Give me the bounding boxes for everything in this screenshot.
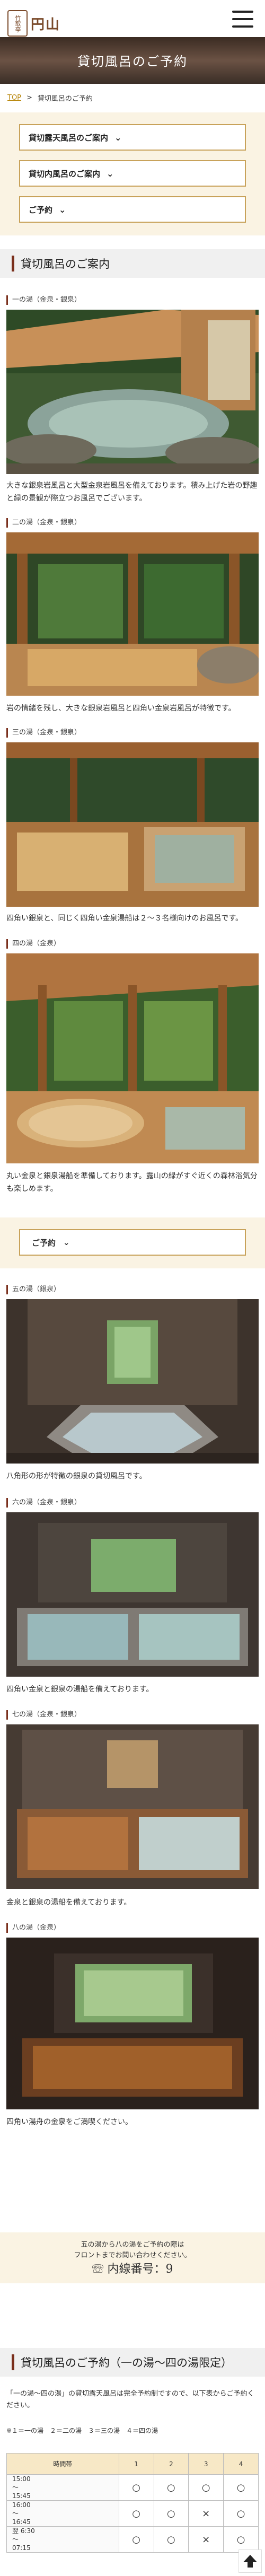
table-row: 翌 6:30 〜 07:15 ○ ○ × ○ bbox=[6, 2526, 259, 2553]
breadcrumb-current: 貸切風呂のご予約 bbox=[37, 94, 93, 103]
logo-mark: 竹取亭 bbox=[7, 10, 28, 37]
bath-photo-7 bbox=[6, 1724, 259, 1889]
chevron-down-icon: ⌄ bbox=[59, 204, 66, 215]
reserve-menu-button[interactable]: ご予約 ⌄ bbox=[19, 196, 246, 223]
availability-cell[interactable]: ○ bbox=[223, 2526, 259, 2553]
bath-description: 金泉と銀泉の湯船を備えております。 bbox=[6, 1898, 131, 1907]
bath-photo-1 bbox=[6, 310, 259, 474]
availability-cell[interactable]: ○ bbox=[223, 2474, 259, 2501]
bath-label: 二の湯（金泉・銀泉） bbox=[6, 516, 81, 528]
page-title: 貸切風呂のご予約 bbox=[77, 54, 188, 69]
bath-description: 岩の情緒を残し、大きな銀泉岩風呂と四角い金泉岩風呂が特徴です。 bbox=[6, 704, 236, 713]
bath-description: 八角形の形が特徴の銀泉の貸切風呂です。 bbox=[6, 1472, 147, 1480]
time-slot: 16:00 〜 16:45 bbox=[6, 2500, 119, 2527]
table-header-row: 時間帯 1 2 3 4 bbox=[6, 2453, 259, 2475]
schedule-note: 「一の湯〜四の湯」の貸切露天風呂は完全予約制ですので、以下表からご予約ください。 bbox=[6, 2390, 254, 2409]
schedule-legend: ※１＝一の湯 ２＝二の湯 ３＝三の湯 ４＝四の湯 bbox=[6, 2427, 158, 2434]
section-heading-schedule: 貸切風呂のご予約（一の湯〜四の湯限定） bbox=[0, 2348, 265, 2377]
schedule-table: 時間帯 1 2 3 4 15:00 〜 15:45 ○ ○ ○ ○ 16:00 … bbox=[6, 2453, 259, 2553]
extension-number: ☏ 内線番号：9 bbox=[0, 2264, 265, 2275]
availability-cell[interactable]: ○ bbox=[153, 2474, 189, 2501]
availability-cell[interactable]: × bbox=[188, 2500, 224, 2527]
availability-cell[interactable]: ○ bbox=[153, 2500, 189, 2527]
reserve-menu-label: ご予約 bbox=[29, 205, 53, 215]
phone-icon: ☏ bbox=[92, 2263, 104, 2276]
breadcrumb-separator: > bbox=[26, 93, 32, 102]
page-menu: 貸切露天風呂のご案内 ⌄ 貸切内風呂のご案内 ⌄ ご予約 ⌄ bbox=[0, 112, 265, 235]
reserve-block: ご予約 ⌄ bbox=[0, 1217, 265, 1268]
bath-photo-3 bbox=[6, 742, 259, 907]
bath-photo-5 bbox=[6, 1299, 259, 1464]
time-slot: 翌 6:30 〜 07:15 bbox=[6, 2526, 119, 2553]
bath-photo-6 bbox=[6, 1512, 259, 1677]
breadcrumb-home-link[interactable]: TOP bbox=[7, 94, 21, 102]
availability-cell[interactable]: ○ bbox=[153, 2526, 189, 2553]
availability-cell[interactable]: × bbox=[188, 2526, 224, 2553]
bath-label: 八の湯（金泉） bbox=[6, 1922, 60, 1933]
column-header: 3 bbox=[188, 2453, 224, 2475]
column-header: 2 bbox=[153, 2453, 189, 2475]
column-header: 1 bbox=[118, 2453, 154, 2475]
bath-description: 四角い銀泉と、同じく四角い金泉湯船は２〜３名様向けのお風呂です。 bbox=[6, 914, 243, 923]
bath-label: 五の湯（銀泉） bbox=[6, 1283, 60, 1294]
availability-cell[interactable]: ○ bbox=[118, 2474, 154, 2501]
column-header: 時間帯 bbox=[6, 2453, 119, 2475]
availability-cell[interactable]: ○ bbox=[118, 2526, 154, 2553]
reserve-button-label: ご予約 bbox=[32, 1238, 56, 1248]
breadcrumb: TOP > 貸切風呂のご予約 bbox=[0, 91, 265, 104]
availability-cell[interactable]: ○ bbox=[223, 2500, 259, 2527]
section-heading-guide: 貸切風呂のご案内 bbox=[0, 249, 265, 278]
table-row: 15:00 〜 15:45 ○ ○ ○ ○ bbox=[6, 2474, 259, 2501]
info-text-1: 五の湯から八の湯をご予約の際は bbox=[81, 2241, 184, 2249]
column-header: 4 bbox=[223, 2453, 259, 2475]
hero-banner: 貸切風呂のご予約 bbox=[0, 37, 265, 84]
bath-label: 三の湯（金泉・銀泉） bbox=[6, 726, 81, 738]
indoor-bath-menu-button[interactable]: 貸切内風呂のご案内 ⌄ bbox=[19, 160, 246, 187]
logo-text: 円山 bbox=[31, 16, 61, 33]
table-row: 16:00 〜 16:45 ○ ○ × ○ bbox=[6, 2500, 259, 2527]
arrow-up-icon bbox=[243, 2555, 257, 2568]
bath-description: 四角い金泉と銀泉の湯船を備えております。 bbox=[6, 1685, 154, 1694]
outdoor-bath-menu-button[interactable]: 貸切露天風呂のご案内 ⌄ bbox=[19, 124, 246, 151]
extension-label: 内線番号：9 bbox=[107, 2263, 173, 2276]
bath-photo-8 bbox=[6, 1938, 259, 2109]
reserve-button[interactable]: ご予約 ⌄ bbox=[19, 1229, 246, 1256]
bath-photo-4 bbox=[6, 953, 259, 1163]
bath-label: 六の湯（金泉・銀泉） bbox=[6, 1496, 81, 1508]
bath-description: 四角い湯舟の金泉をご満喫ください。 bbox=[6, 2118, 132, 2126]
bath-description: 丸い金泉と銀泉湯船を準備しております。露山の緑がすぐ近くの森林浴気分も楽しめます… bbox=[6, 1172, 258, 1193]
site-logo[interactable]: 竹取亭 円山 bbox=[7, 7, 75, 39]
chevron-down-icon: ⌄ bbox=[114, 132, 122, 143]
info-text-2: フロントまでお問い合わせください。 bbox=[74, 2251, 191, 2259]
bath-photo-2 bbox=[6, 532, 259, 696]
indoor-bath-menu-label: 貸切内風呂のご案内 bbox=[29, 169, 101, 179]
availability-cell[interactable]: ○ bbox=[118, 2500, 154, 2527]
chevron-down-icon: ⌄ bbox=[63, 1238, 70, 1247]
bath-description: 大きな銀泉岩風呂と大型金泉岩風呂を備えております。積み上げた岩の野趣と緑の景観が… bbox=[6, 481, 258, 503]
bath-label: 七の湯（金泉・銀泉） bbox=[6, 1708, 81, 1720]
bath-label: 一の湯（金泉・銀泉） bbox=[6, 294, 81, 305]
front-desk-info-box: 五の湯から八の湯をご予約の際は フロントまでお問い合わせください。 ☏ 内線番号… bbox=[0, 2232, 265, 2283]
back-to-top-button[interactable] bbox=[238, 2549, 262, 2573]
bath-label: 四の湯（金泉） bbox=[6, 937, 60, 949]
chevron-down-icon: ⌄ bbox=[107, 168, 114, 179]
hamburger-menu-icon[interactable] bbox=[232, 11, 253, 28]
outdoor-bath-menu-label: 貸切露天風呂のご案内 bbox=[29, 133, 109, 143]
time-slot: 15:00 〜 15:45 bbox=[6, 2474, 119, 2501]
availability-cell[interactable]: ○ bbox=[188, 2474, 224, 2501]
